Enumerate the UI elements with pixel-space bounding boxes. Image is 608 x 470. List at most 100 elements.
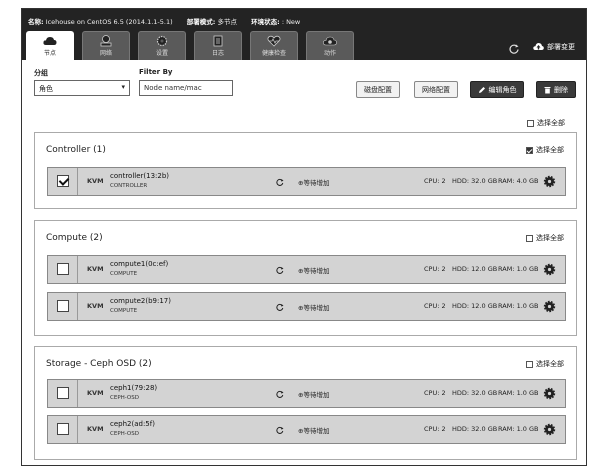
tab-label: 设置 [155,50,168,57]
history-icon [276,303,284,311]
group-select-all[interactable]: 选择全部 [526,233,564,243]
tab-nodes[interactable]: 节点 [26,31,74,60]
node-hypervisor: KVM [87,177,104,185]
app-window: 名称: Icehouse on CentOS 6.5 (2014.1.1-5.1… [21,8,587,466]
tab-health-check[interactable]: 健康检查 [250,31,298,60]
heart-icon [267,35,281,47]
tab-network[interactable]: 网络 [82,31,130,60]
gear-icon[interactable] [543,300,556,313]
group-title: Storage - Ceph OSD (2) [46,359,152,369]
node-checkbox[interactable] [57,175,69,187]
gear-icon [156,35,168,47]
deploy-label: 部署变更 [547,42,575,51]
node-ram: RAM: 1.0 GB [498,265,539,273]
select-all-nodes[interactable]: 选择全部 [527,118,565,128]
gear-icon[interactable] [543,387,556,400]
tab-label: 网络 [99,50,112,57]
group-select-all-checkbox[interactable] [526,234,533,242]
group-by-select[interactable]: 角色 ▾ [34,80,130,96]
refresh-icon [509,44,519,54]
node-row[interactable]: KVM ceph2(ad:5f) CEPH-OSD ⊕等待增加 CPU: 2 H… [47,415,566,444]
group-select-all-label: 选择全部 [536,360,564,368]
node-checkbox[interactable] [57,387,69,399]
group-title: Compute (2) [46,233,103,243]
delete-button[interactable]: 删除 [536,81,576,98]
node-ram: RAM: 1.0 GB [498,302,539,310]
node-hypervisor: KVM [87,302,104,310]
caret-down-icon: ▾ [121,83,125,91]
node-name[interactable]: ceph1(79:28) [110,384,157,392]
group-by-label: 分组 [34,69,48,77]
group-title: Controller (1) [46,145,106,155]
node-checkbox[interactable] [57,300,69,312]
tab-label: 健康检查 [261,50,286,57]
node-role: COMPUTE [110,271,138,277]
group-compute: Compute (2) 选择全部 KVM compute1(0c:ef) COM… [34,220,577,336]
node-cpu: CPU: 2 [424,425,446,433]
gear-icon[interactable] [543,175,556,188]
name-label: 名称: [28,18,44,26]
log-icon [213,35,223,47]
tab-logs[interactable]: 日志 [194,31,242,60]
group-select-all-checkbox[interactable] [526,146,533,154]
group-controller: Controller (1) 选择全部 KVM controller(13:2b… [34,132,577,209]
node-row[interactable]: KVM compute1(0c:ef) COMPUTE ⊕等待增加 CPU: 2… [47,255,566,284]
history-icon [276,390,284,398]
node-cpu: CPU: 2 [424,177,446,185]
deploy-mode: 多节点 [217,18,237,26]
select-all-checkbox[interactable] [527,119,534,127]
cloud-icon [43,37,57,45]
node-checkbox[interactable] [57,423,69,435]
node-role: CONTROLLER [110,183,148,189]
node-hdd: HDD: 32.0 GB [452,177,498,185]
tab-label: 动作 [323,50,336,57]
node-hypervisor: KVM [87,389,104,397]
node-ram: RAM: 1.0 GB [498,389,539,397]
top-bar: 名称: Icehouse on CentOS 6.5 (2014.1.1-5.1… [22,9,586,60]
status-label: 环境状态: [251,18,280,26]
node-status: ⊕等待增加 [298,391,330,399]
node-name[interactable]: ceph2(ad:5f) [110,420,155,428]
group-select-all-label: 选择全部 [536,234,564,242]
actions-icon [323,36,337,46]
gear-icon[interactable] [543,423,556,436]
filter-input[interactable]: Node name/mac [139,80,233,96]
tab-actions[interactable]: 动作 [306,31,354,60]
node-hypervisor: KVM [87,265,104,273]
network-config-button[interactable]: 网络配置 [414,81,458,98]
node-hdd: HDD: 12.0 GB [452,265,498,273]
cloud-upload-icon [533,43,544,50]
tab-settings[interactable]: 设置 [138,31,186,60]
node-status: ⊕等待增加 [298,267,330,275]
deploy-changes-button[interactable]: 部署变更 [533,40,575,53]
node-name[interactable]: compute2(b9:17) [110,297,171,305]
node-name[interactable]: compute1(0c:ef) [110,260,168,268]
node-role: COMPUTE [110,308,138,314]
node-cpu: CPU: 2 [424,302,446,310]
node-hdd: HDD: 32.0 GB [452,389,498,397]
network-icon [100,35,112,47]
disk-config-button[interactable]: 磁盘配置 [356,81,400,98]
group-select-all-checkbox[interactable] [526,360,533,368]
edit-roles-button[interactable]: 编辑角色 [470,81,524,98]
history-icon [276,178,284,186]
node-row[interactable]: KVM compute2(b9:17) COMPUTE ⊕等待增加 CPU: 2… [47,292,566,321]
node-ram: RAM: 1.0 GB [498,425,539,433]
node-row[interactable]: KVM ceph1(79:28) CEPH-OSD ⊕等待增加 CPU: 2 H… [47,379,566,408]
node-cpu: CPU: 2 [424,265,446,273]
environment-info: 名称: Icehouse on CentOS 6.5 (2014.1.1-5.1… [28,16,300,26]
node-name[interactable]: controller(13:2b) [110,172,169,180]
group-select-all[interactable]: 选择全部 [526,359,564,369]
node-row[interactable]: KVM controller(13:2b) CONTROLLER ⊕等待增加 C… [47,167,566,196]
gear-icon[interactable] [543,263,556,276]
refresh-button[interactable] [508,40,520,54]
tab-label: 日志 [211,50,224,57]
group-select-all-label: 选择全部 [536,146,564,154]
pencil-icon [478,86,485,93]
edit-roles-label: 编辑角色 [488,85,517,94]
select-all-label: 选择全部 [537,119,565,127]
node-status: ⊕等待增加 [298,427,330,435]
node-checkbox[interactable] [57,263,69,275]
group-select-all[interactable]: 选择全部 [526,145,564,155]
node-cpu: CPU: 2 [424,389,446,397]
